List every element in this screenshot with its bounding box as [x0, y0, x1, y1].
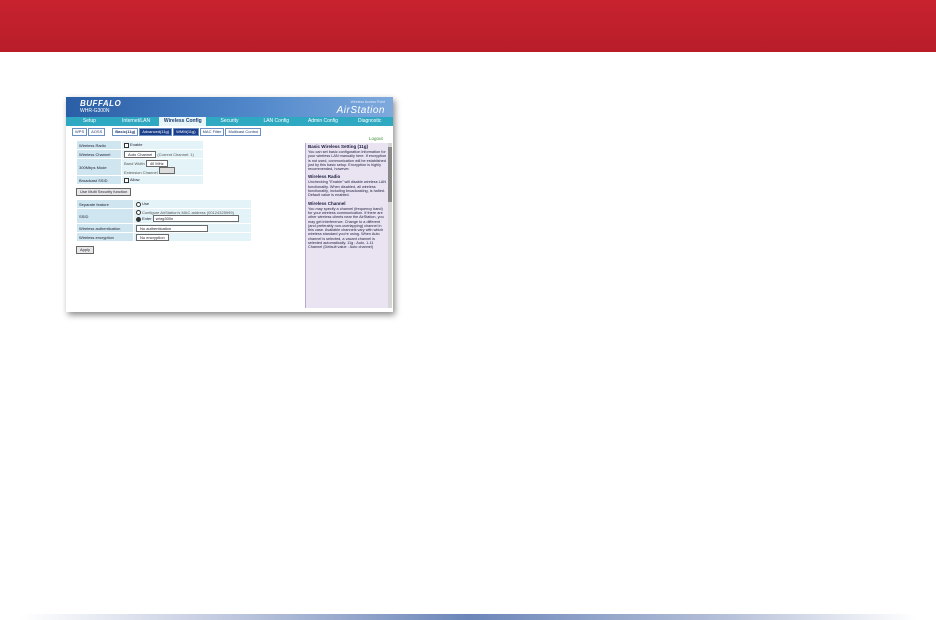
basic-settings-table: Wireless Radio Enable Wireless Channel A…	[76, 140, 204, 185]
multi-security-button[interactable]: Use Multi Security function	[76, 188, 132, 196]
tab-lan-config[interactable]: LAN Config	[253, 117, 300, 126]
top-red-banner	[0, 0, 936, 52]
encryption-select[interactable]: No encryption	[136, 233, 169, 241]
brand-logo: BUFFALO	[80, 99, 122, 108]
ssid-settings-table: Separate feature Use SSID Configure AirS…	[76, 199, 252, 242]
subtab-basic[interactable]: Basic(11g)	[112, 128, 139, 136]
wireless-radio-label: Wireless Radio	[76, 140, 122, 150]
subtab-multicast-control[interactable]: Multicast Control	[225, 128, 262, 136]
separate-use-value: Use	[142, 201, 150, 207]
help-heading: Basic Wireless Setting (11g)	[308, 144, 368, 149]
help-panel: Basic Wireless Setting (11g) You can set…	[305, 143, 389, 308]
product-line: Wireless Access Point	[350, 100, 385, 104]
wireless-radio-value: Enable	[130, 142, 143, 148]
tab-admin-config[interactable]: Admin Config	[300, 117, 347, 126]
main-nav: Setup Internet/LAN Wireless Config Secur…	[66, 117, 393, 126]
subtab-wps[interactable]: WPS	[72, 128, 88, 136]
ssid-enter-option: Enter	[142, 216, 152, 222]
router-admin-screenshot: BUFFALO WHR-G300N Wireless Access Point …	[66, 97, 393, 312]
channel-select[interactable]: Auto Channel	[124, 150, 157, 158]
apply-button[interactable]: Apply	[76, 246, 95, 254]
ssid-label: SSID	[76, 208, 134, 224]
broadcast-ssid-value: Allow	[130, 177, 140, 183]
settings-form: Wireless Radio Enable Wireless Channel A…	[76, 140, 301, 254]
help-text: Unchecking "Enable" will disable wireles…	[308, 180, 387, 198]
subtab-advanced[interactable]: Advanced(11g)	[139, 128, 173, 136]
current-channel-text: (Current Channel: 1)	[157, 151, 194, 157]
band-width-select[interactable]: 40 MHz	[145, 159, 168, 167]
broadcast-ssid-label: Broadcast SSID	[76, 175, 122, 185]
tab-diagnostic[interactable]: Diagnostic	[346, 117, 393, 126]
encryption-label: Wireless encryption	[76, 232, 134, 242]
channel-label: Wireless Channel	[76, 149, 122, 159]
subtab-mac-filter[interactable]: MAC Filter	[199, 128, 225, 136]
help-heading: Wireless Radio	[308, 174, 341, 180]
model-name: WHR-G300N	[80, 108, 110, 114]
ssid-mac-option: Configure AirStation's MAC address (0012…	[142, 209, 234, 215]
ext-channel-label: Extension Channel	[124, 169, 158, 175]
help-text: You may specify a channel (frequency ban…	[308, 206, 384, 250]
help-heading: Wireless Channel	[308, 200, 346, 206]
scrollbar-thumb[interactable]	[388, 147, 392, 202]
logout-link[interactable]: Logout	[369, 136, 383, 141]
bottom-gradient-bar	[20, 614, 916, 620]
help-scrollbar[interactable]	[388, 143, 392, 308]
tab-wireless-config[interactable]: Wireless Config	[159, 117, 207, 126]
subtab-aoss[interactable]: AOSS	[88, 128, 106, 136]
ssid-input[interactable]: whrg300n	[152, 215, 239, 223]
broadcast-ssid-checkbox[interactable]	[124, 177, 129, 183]
ssid-enter-radio[interactable]	[136, 216, 141, 222]
tab-security[interactable]: Security	[206, 117, 253, 126]
tab-setup[interactable]: Setup	[66, 117, 113, 126]
tab-internet-lan[interactable]: Internet/LAN	[113, 117, 160, 126]
mode-label: 300Mbps Mode	[76, 158, 122, 176]
auth-label: Wireless authentication	[76, 223, 134, 233]
separate-feature-label: Separate feature	[76, 199, 134, 209]
router-header: BUFFALO WHR-G300N Wireless Access Point …	[66, 97, 393, 117]
product-logo: AirStation	[336, 105, 385, 116]
auth-select[interactable]: No authentication	[136, 224, 208, 232]
sub-nav: WPS AOSS Basic(11g) Advanced(11g) WMM(11…	[72, 128, 262, 136]
wireless-radio-checkbox[interactable]	[124, 142, 129, 148]
subtab-wmm[interactable]: WMM(11g)	[173, 128, 199, 136]
separate-use-radio[interactable]	[136, 201, 141, 207]
help-text: You can set basic configuration informat…	[308, 150, 387, 172]
band-width-label: Band Width	[124, 160, 145, 166]
ext-channel-select[interactable]	[158, 166, 175, 174]
